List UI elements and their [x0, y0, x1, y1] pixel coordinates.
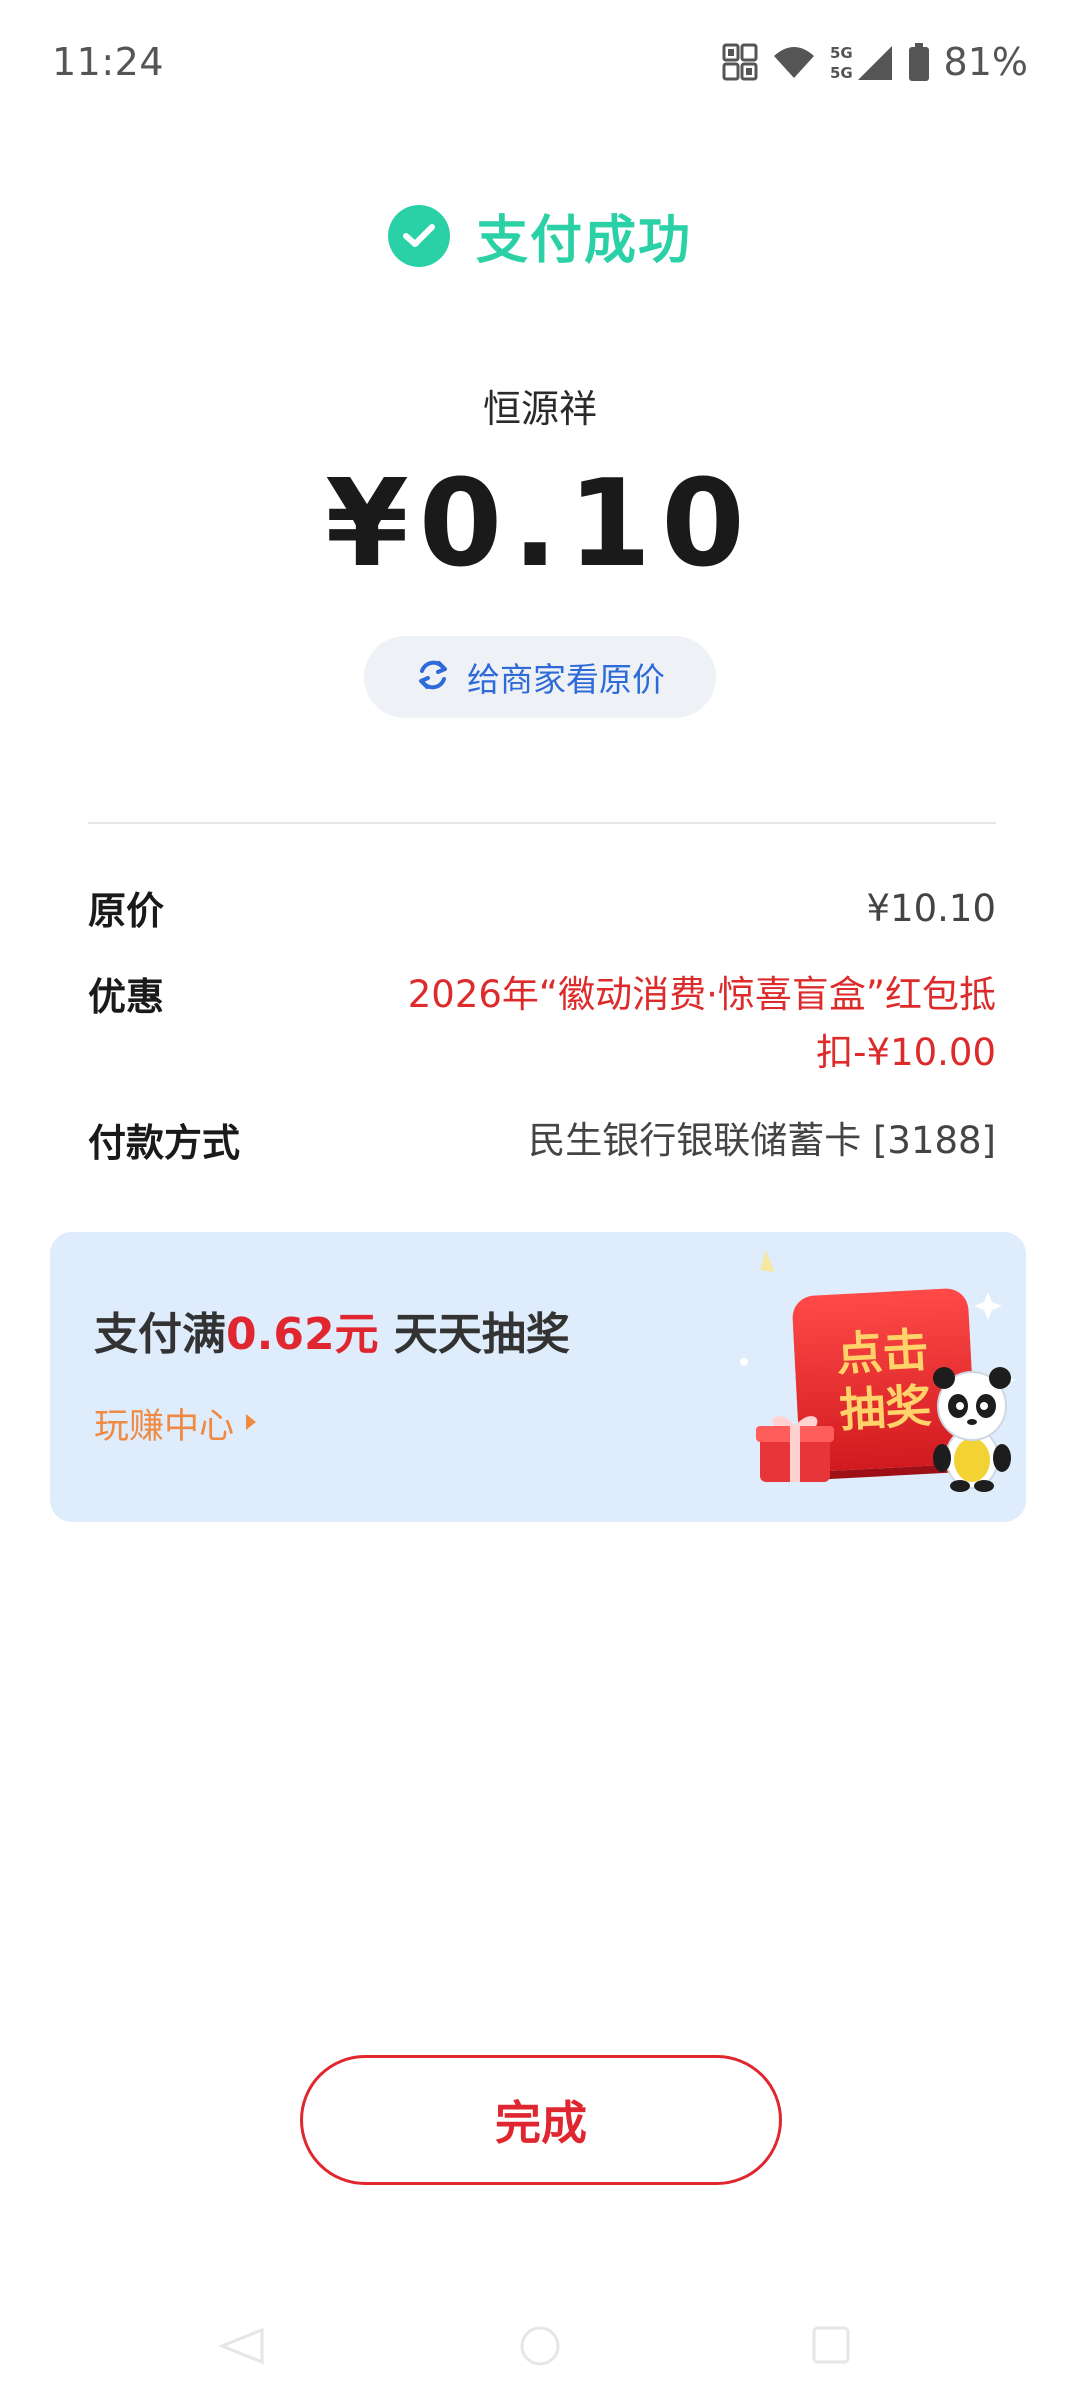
- payment-method-label: 付款方式: [88, 1121, 241, 1165]
- lottery-artwork[interactable]: 点击 抽奖: [696, 1232, 1026, 1522]
- gift-box-icon: [756, 1416, 834, 1482]
- show-original-price-button[interactable]: 给商家看原价: [364, 636, 716, 718]
- success-text: 支付成功: [475, 211, 692, 271]
- nfc-icon: [722, 43, 758, 81]
- show-original-price-label: 给商家看原价: [467, 660, 665, 699]
- done-button[interactable]: 完成: [300, 2055, 782, 2185]
- payment-success-header: 支付成功: [0, 198, 1080, 273]
- svg-text:5G: 5G: [830, 44, 853, 62]
- lottery-promo-banner[interactable]: 支付满0.62元 天天抽奖 玩赚中心 点击 抽奖: [50, 1232, 1026, 1522]
- divider: [88, 822, 996, 824]
- triangle-right-icon: [244, 1412, 258, 1436]
- svg-text:5G: 5G: [830, 64, 853, 82]
- detail-discount: 优惠 2026年“徽动消费·惊喜盲盒”红包抵扣-¥10.00: [88, 966, 996, 1082]
- battery-percent: 81%: [943, 40, 1028, 84]
- detail-original-price: 原价 ¥10.10: [88, 880, 996, 938]
- detail-payment-method: 付款方式 民生银行银联储蓄卡 [3188]: [88, 1112, 996, 1170]
- battery-icon: [908, 42, 930, 82]
- status-time: 11:24: [52, 40, 165, 84]
- lottery-box-line1: 点击: [835, 1322, 930, 1382]
- promo-title-prefix: 支付满: [94, 1309, 226, 1360]
- promo-title-suffix: 天天抽奖: [378, 1309, 570, 1360]
- check-circle-icon: [387, 204, 450, 267]
- panda-mascot-icon: [933, 1367, 1011, 1492]
- status-bar: 11:24 5G 5G 81%: [0, 0, 1080, 128]
- merchant-name: 恒源祥: [482, 387, 597, 431]
- signal-5g-icon: 5G 5G: [830, 42, 894, 82]
- promo-threshold: 0.62元: [226, 1309, 379, 1360]
- original-price-label: 原价: [88, 889, 165, 933]
- back-icon[interactable]: [217, 2327, 264, 2365]
- wifi-icon: [772, 44, 816, 80]
- recents-icon[interactable]: [812, 2326, 850, 2364]
- payment-method-value: 民生银行银联储蓄卡 [3188]: [528, 1119, 996, 1162]
- lottery-box-line2: 抽奖: [838, 1378, 933, 1438]
- discount-label: 优惠: [88, 975, 165, 1019]
- original-price-value: ¥10.10: [866, 887, 996, 930]
- status-icons: 5G 5G 81%: [722, 40, 1028, 84]
- done-button-label: 完成: [495, 2096, 587, 2150]
- promo-title: 支付满0.62元 天天抽奖: [94, 1298, 570, 1362]
- system-navigation-bar: [0, 2300, 1080, 2400]
- discount-value: 2026年“徽动消费·惊喜盲盒”红包抵扣-¥10.00: [407, 973, 996, 1074]
- paid-amount: ¥0.10: [325, 455, 755, 594]
- play-earn-center-label: 玩赚中心: [94, 1407, 235, 1447]
- refresh-icon: [415, 657, 451, 697]
- home-icon[interactable]: [520, 2326, 560, 2366]
- play-earn-center-link[interactable]: 玩赚中心: [94, 1398, 258, 1449]
